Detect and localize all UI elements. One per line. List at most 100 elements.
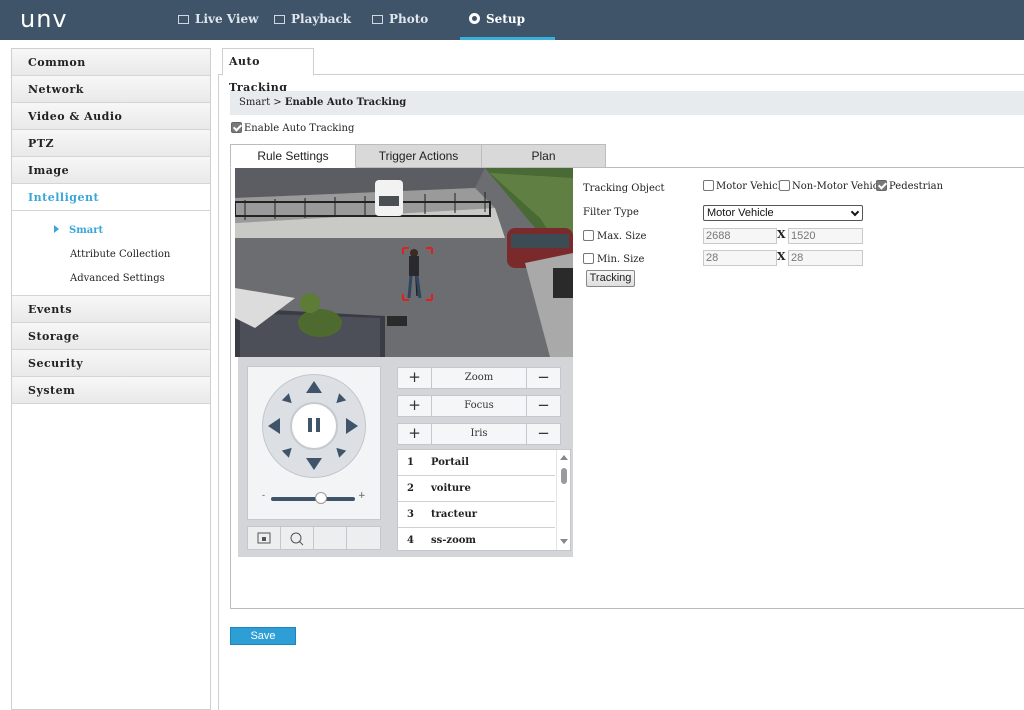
max-size-label: Max. Size [597, 231, 647, 242]
pedestrian-option[interactable]: Pedestrian [876, 180, 943, 192]
sidebar: Common Network Video & Audio PTZ Image I… [11, 48, 211, 710]
preset-list: 1 Portail 2 voiture 3 tracteur 4 ss-zoom [397, 449, 571, 551]
nav-playback[interactable]: Playback [274, 0, 351, 40]
nav-setup[interactable]: Setup [469, 0, 525, 40]
sidebar-item-ptz[interactable]: PTZ [12, 130, 210, 157]
arrow-down-icon[interactable] [306, 458, 322, 470]
breadcrumb-current: Enable Auto Tracking [284, 97, 407, 108]
speed-slider[interactable] [271, 497, 355, 501]
pedestrian-checkbox[interactable] [876, 180, 887, 191]
save-button[interactable]: Save [230, 627, 296, 645]
nav-active-indicator [460, 37, 555, 40]
arrow-up-icon[interactable] [306, 381, 322, 393]
preset-scrollbar[interactable] [556, 450, 570, 550]
nav-live-view[interactable]: Live View [178, 0, 258, 40]
nav-setup-label: Setup [486, 12, 525, 26]
max-size-width-field[interactable]: 2688 [703, 228, 777, 244]
filter-type-select[interactable]: Motor Vehicle [703, 205, 863, 221]
list-item[interactable]: 4 ss-zoom [398, 528, 555, 550]
iris-label: Iris [470, 428, 488, 439]
picture-icon [372, 15, 383, 24]
content-tabbar: Auto Tracking [218, 48, 1024, 94]
non-motor-vehicle-label: Non-Motor Vehicle [792, 181, 888, 192]
3d-zoom-button[interactable] [281, 527, 314, 549]
enable-auto-tracking-row[interactable]: Enable Auto Tracking [231, 122, 354, 134]
sidebar-subitem-attribute-collection[interactable]: Attribute Collection [12, 243, 210, 267]
min-size-row[interactable]: Min. Size [583, 253, 644, 265]
sidebar-item-storage[interactable]: Storage [12, 323, 210, 350]
arrow-left-icon[interactable] [268, 418, 280, 434]
sidebar-item-image[interactable]: Image [12, 157, 210, 184]
scroll-down-icon[interactable] [560, 539, 568, 544]
sidebar-subitem-advanced-settings[interactable]: Advanced Settings [12, 267, 210, 291]
min-size-label: Min. Size [597, 254, 645, 265]
tab-rule-settings[interactable]: Rule Settings [230, 144, 356, 168]
sidebar-item-system[interactable]: System [12, 377, 210, 404]
focus-label: Focus [464, 400, 494, 411]
nav-playback-label: Playback [291, 12, 352, 26]
sidebar-item-security[interactable]: Security [12, 350, 210, 377]
ptz-tool-button-4[interactable] [347, 527, 380, 549]
preset-name: Portail [431, 457, 469, 468]
max-size-checkbox[interactable] [583, 230, 594, 241]
min-size-width-field[interactable]: 28 [703, 250, 777, 266]
nav-photo[interactable]: Photo [372, 0, 428, 40]
tracking-object-label: Tracking Object [583, 183, 665, 194]
monitor-icon [178, 15, 189, 24]
tab-plan[interactable]: Plan [481, 144, 606, 168]
ptz-tool-button-3[interactable] [314, 527, 347, 549]
min-size-height-field[interactable]: 28 [788, 250, 863, 266]
home-camera-icon [257, 532, 271, 544]
preset-number: 3 [407, 509, 414, 520]
sidebar-item-intelligent[interactable]: Intelligent [12, 184, 210, 211]
sidebar-item-common[interactable]: Common [12, 49, 210, 76]
sidebar-subitem-smart[interactable]: Smart [12, 219, 210, 243]
speed-slider-min-label: - [262, 491, 266, 501]
zoom-in-button[interactable]: + [398, 368, 432, 388]
preset-number: 4 [407, 535, 414, 546]
iris-open-button[interactable]: + [398, 424, 432, 444]
preset-name: tracteur [431, 509, 477, 520]
focus-near-button[interactable]: + [398, 396, 432, 416]
ptz-pause-button[interactable] [290, 402, 338, 450]
motor-vehicle-checkbox[interactable] [703, 180, 714, 191]
list-item[interactable]: 3 tracteur [398, 502, 555, 528]
sidebar-item-video-audio[interactable]: Video & Audio [12, 103, 210, 130]
preset-name: ss-zoom [431, 535, 477, 546]
pause-icon [308, 418, 312, 432]
sidebar-item-events[interactable]: Events [12, 296, 210, 323]
film-icon [274, 15, 285, 24]
list-item[interactable]: 2 voiture [398, 476, 555, 502]
breadcrumb-parent[interactable]: Smart [239, 97, 270, 108]
tab-trigger-actions[interactable]: Trigger Actions [355, 144, 482, 168]
nav-live-view-label: Live View [195, 12, 259, 26]
scroll-up-icon[interactable] [560, 455, 568, 460]
motor-vehicle-option[interactable]: Motor Vehicle [703, 180, 787, 192]
min-size-checkbox[interactable] [583, 253, 594, 264]
chevron-down-icon [850, 207, 860, 217]
max-size-row[interactable]: Max. Size [583, 230, 646, 242]
list-item[interactable]: 1 Portail [398, 450, 555, 476]
home-position-button[interactable] [248, 527, 281, 549]
breadcrumb-separator: > [273, 97, 282, 108]
focus-far-button[interactable]: − [526, 396, 560, 416]
min-size-x-separator: X [777, 250, 786, 263]
arrow-right-icon[interactable] [346, 418, 358, 434]
sidebar-item-network[interactable]: Network [12, 76, 210, 103]
tab-auto-tracking[interactable]: Auto Tracking [222, 48, 314, 94]
non-motor-vehicle-option[interactable]: Non-Motor Vehicle [779, 180, 887, 192]
iris-close-button[interactable]: − [526, 424, 560, 444]
motor-vehicle-label: Motor Vehicle [716, 181, 787, 192]
speed-slider-max-label: + [358, 491, 366, 501]
iris-control: + Iris − [397, 423, 561, 445]
zoom-out-button[interactable]: − [526, 368, 560, 388]
non-motor-vehicle-checkbox[interactable] [779, 180, 790, 191]
video-preview[interactable] [235, 168, 573, 357]
enable-auto-tracking-checkbox[interactable] [231, 122, 242, 133]
preset-number: 1 [407, 457, 414, 468]
max-size-height-field[interactable]: 1520 [788, 228, 863, 244]
caret-right-icon [54, 225, 59, 233]
filter-type-value: Motor Vehicle [707, 207, 774, 219]
scroll-thumb[interactable] [561, 468, 567, 484]
tracking-button[interactable]: Tracking [586, 270, 635, 287]
